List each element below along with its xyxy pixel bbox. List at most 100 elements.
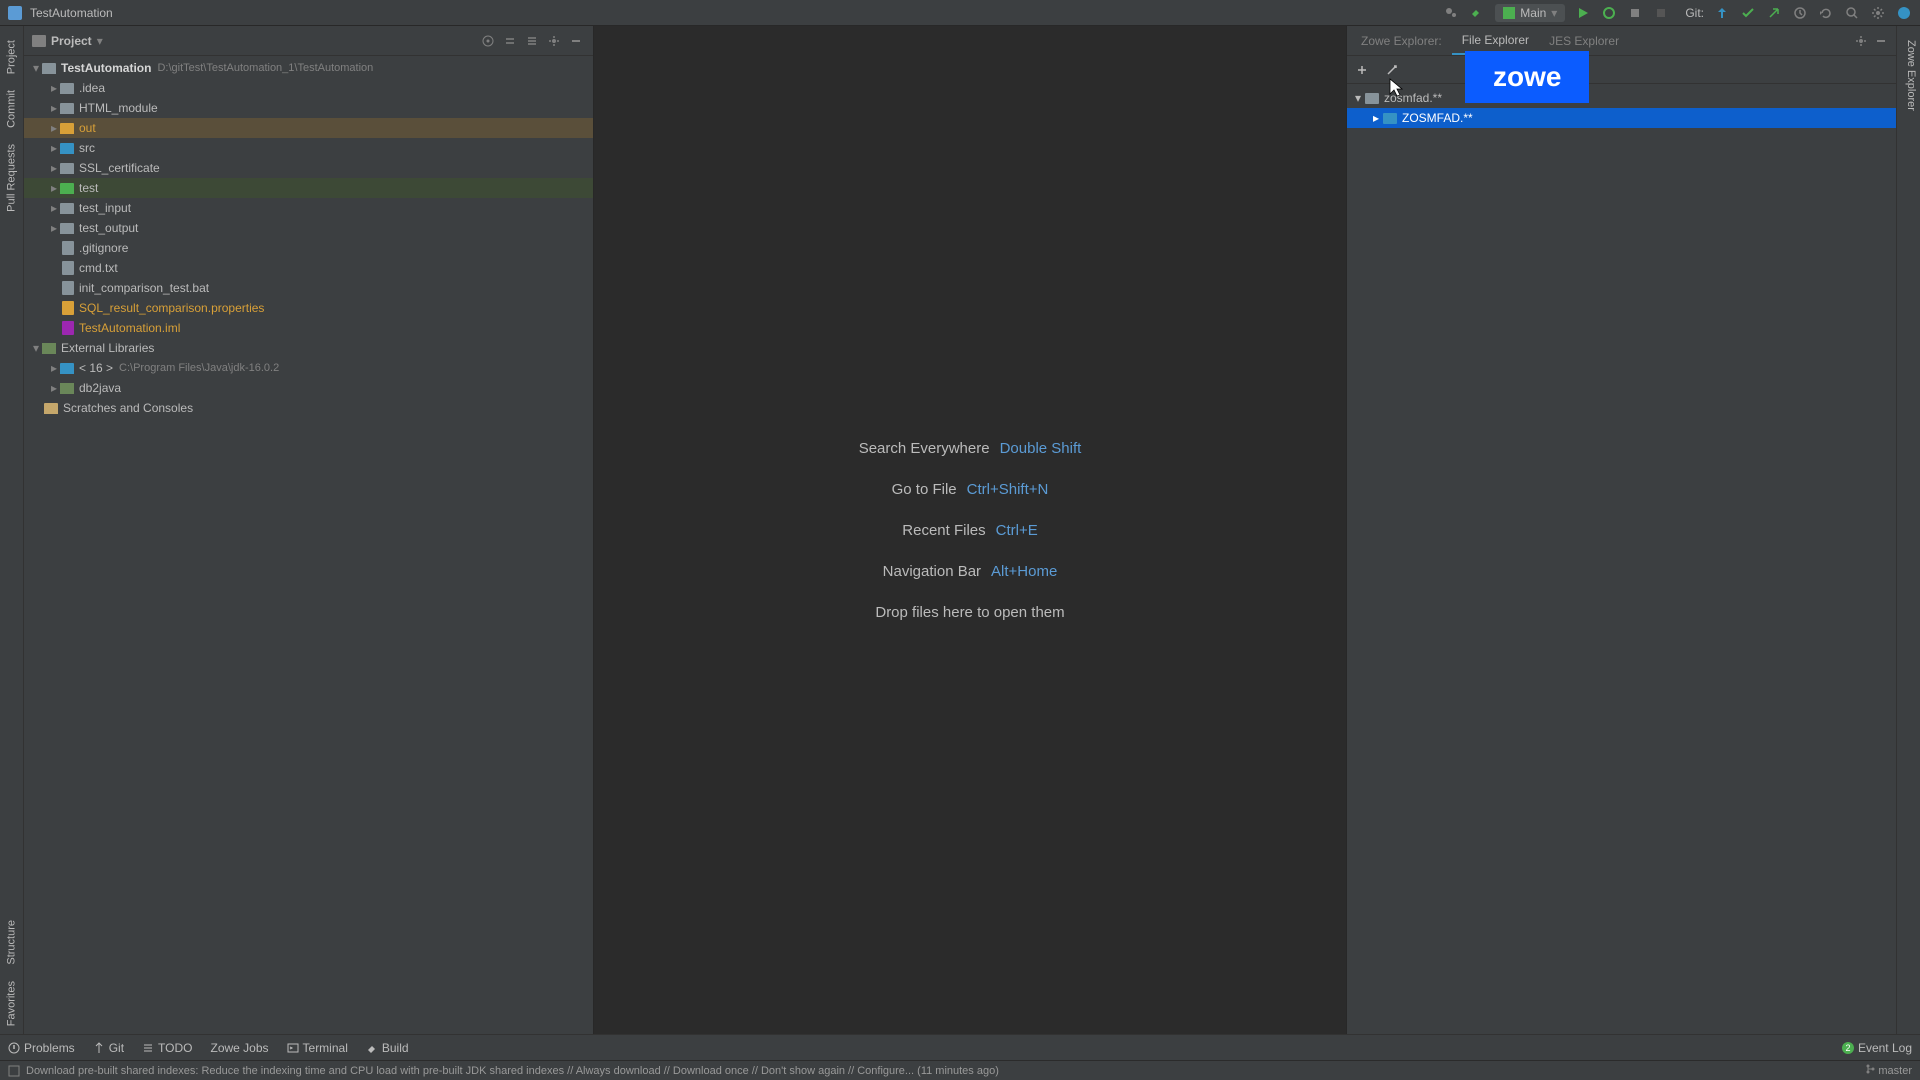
hint-recent-files: Recent Files Ctrl+E bbox=[902, 522, 1037, 539]
tab-pull-requests[interactable]: Pull Requests bbox=[0, 136, 23, 220]
right-tool-window-tabs: Zowe Explorer bbox=[1896, 26, 1920, 1034]
folder-icon bbox=[60, 103, 74, 114]
search-everywhere-icon[interactable] bbox=[1844, 5, 1860, 21]
project-panel-title[interactable]: Project bbox=[51, 34, 92, 48]
scratches-node[interactable]: Scratches and Consoles bbox=[24, 398, 593, 418]
run-config-icon bbox=[1503, 7, 1515, 19]
bottom-tool-bar: Problems Git TODO Zowe Jobs Terminal Bui… bbox=[0, 1034, 1920, 1060]
tree-item[interactable]: ▸ src bbox=[24, 138, 593, 158]
folder-icon bbox=[60, 143, 74, 154]
file-icon bbox=[62, 301, 74, 315]
expand-all-icon[interactable] bbox=[501, 32, 519, 50]
history-icon[interactable] bbox=[1792, 5, 1808, 21]
add-connection-button[interactable] bbox=[1347, 56, 1377, 84]
git-button[interactable]: Git bbox=[93, 1041, 124, 1055]
git-label: Git: bbox=[1685, 6, 1704, 20]
jdk-node[interactable]: ▸ < 16 > C:\Program Files\Java\jdk-16.0.… bbox=[24, 358, 593, 378]
commit-icon[interactable] bbox=[1740, 5, 1756, 21]
module-icon bbox=[42, 63, 56, 74]
debug-button[interactable] bbox=[1601, 5, 1617, 21]
locate-icon[interactable] bbox=[479, 32, 497, 50]
folder-icon bbox=[60, 223, 74, 234]
zowe-badge: zowe bbox=[1465, 51, 1589, 103]
code-with-me-icon[interactable] bbox=[1443, 5, 1459, 21]
run-config-name: Main bbox=[1520, 6, 1546, 20]
folder-icon bbox=[60, 123, 74, 134]
rollback-icon[interactable] bbox=[1818, 5, 1834, 21]
run-configuration-selector[interactable]: Main ▾ bbox=[1495, 4, 1565, 22]
library-icon bbox=[60, 383, 74, 394]
tree-item[interactable]: TestAutomation.iml bbox=[24, 318, 593, 338]
scratches-icon bbox=[44, 403, 58, 414]
file-icon bbox=[62, 321, 74, 335]
collapse-all-icon[interactable] bbox=[523, 32, 541, 50]
hide-panel-icon[interactable] bbox=[567, 32, 585, 50]
zowe-profile-node[interactable]: ▾ zosmfad.** bbox=[1347, 88, 1896, 108]
library-icon bbox=[42, 343, 56, 354]
tab-project[interactable]: Project bbox=[0, 32, 23, 82]
panel-gear-icon[interactable] bbox=[1854, 34, 1868, 48]
tab-structure[interactable]: Structure bbox=[0, 912, 23, 973]
update-project-icon[interactable] bbox=[1714, 5, 1730, 21]
mouse-cursor-icon bbox=[1389, 78, 1405, 98]
tree-item[interactable]: init_comparison_test.bat bbox=[24, 278, 593, 298]
status-icon[interactable] bbox=[8, 1065, 20, 1077]
tab-commit[interactable]: Commit bbox=[0, 82, 23, 136]
event-log-button[interactable]: 2 Event Log bbox=[1842, 1041, 1912, 1055]
problems-button[interactable]: Problems bbox=[8, 1041, 75, 1055]
dataset-icon bbox=[1383, 113, 1397, 124]
zowe-dataset-node[interactable]: ▸ ZOSMFAD.** bbox=[1347, 108, 1896, 128]
push-icon[interactable] bbox=[1766, 5, 1782, 21]
tree-item[interactable]: ▸ test bbox=[24, 178, 593, 198]
tree-item[interactable]: .gitignore bbox=[24, 238, 593, 258]
zowe-explorer-panel: Zowe Explorer: File Explorer JES Explore… bbox=[1346, 26, 1896, 1034]
status-bar: Download pre-built shared indexes: Reduc… bbox=[0, 1060, 1920, 1080]
panel-settings-icon[interactable] bbox=[545, 32, 563, 50]
folder-icon bbox=[60, 83, 74, 94]
external-libraries[interactable]: ▾ External Libraries bbox=[24, 338, 593, 358]
titlebar: TestAutomation Main ▾ Git: bbox=[0, 0, 1920, 26]
left-tool-window-tabs: Project Commit Pull Requests Structure F… bbox=[0, 26, 24, 1034]
zowe-jobs-button[interactable]: Zowe Jobs bbox=[210, 1041, 268, 1055]
git-branch-indicator[interactable]: master bbox=[1865, 1064, 1912, 1077]
tree-item[interactable]: cmd.txt bbox=[24, 258, 593, 278]
folder-icon bbox=[60, 163, 74, 174]
file-icon bbox=[62, 241, 74, 255]
tree-item[interactable]: ▸ test_input bbox=[24, 198, 593, 218]
tab-zowe-explorer-right[interactable]: Zowe Explorer bbox=[1897, 32, 1920, 119]
event-count-badge: 2 bbox=[1842, 1042, 1854, 1054]
run-with-coverage-button[interactable] bbox=[1627, 5, 1643, 21]
project-view-icon bbox=[32, 35, 46, 47]
stop-button[interactable] bbox=[1653, 5, 1669, 21]
terminal-button[interactable]: Terminal bbox=[287, 1041, 348, 1055]
project-root[interactable]: ▾ TestAutomation D:\gitTest\TestAutomati… bbox=[24, 58, 593, 78]
build-button[interactable]: Build bbox=[366, 1041, 409, 1055]
tree-item[interactable]: SQL_result_comparison.properties bbox=[24, 298, 593, 318]
ide-settings-icon[interactable] bbox=[1870, 5, 1886, 21]
status-message[interactable]: Download pre-built shared indexes: Reduc… bbox=[26, 1065, 1865, 1077]
zowe-tree[interactable]: ▾ zosmfad.** ▸ ZOSMFAD.** bbox=[1347, 84, 1896, 1034]
hint-search-everywhere: Search Everywhere Double Shift bbox=[859, 440, 1082, 457]
run-button[interactable] bbox=[1575, 5, 1591, 21]
hide-zowe-panel-icon[interactable] bbox=[1874, 34, 1888, 48]
profile-icon[interactable] bbox=[1896, 5, 1912, 21]
library-node[interactable]: ▸ db2java bbox=[24, 378, 593, 398]
tree-item[interactable]: ▸ HTML_module bbox=[24, 98, 593, 118]
app-title: TestAutomation bbox=[30, 6, 1443, 20]
editor-empty-area[interactable]: Search Everywhere Double Shift Go to Fil… bbox=[594, 26, 1346, 1034]
tree-item[interactable]: ▸ .idea bbox=[24, 78, 593, 98]
tab-jes-explorer[interactable]: JES Explorer bbox=[1539, 28, 1629, 54]
tab-zowe-explorer[interactable]: Zowe Explorer: bbox=[1351, 28, 1452, 54]
tab-favorites[interactable]: Favorites bbox=[0, 973, 23, 1034]
build-hammer-icon[interactable] bbox=[1469, 5, 1485, 21]
project-tree[interactable]: ▾ TestAutomation D:\gitTest\TestAutomati… bbox=[24, 56, 593, 1034]
todo-button[interactable]: TODO bbox=[142, 1041, 192, 1055]
tree-item[interactable]: ▸ SSL_certificate bbox=[24, 158, 593, 178]
profile-icon bbox=[1365, 93, 1379, 104]
hint-drop-files: Drop files here to open them bbox=[875, 604, 1064, 621]
hint-goto-file: Go to File Ctrl+Shift+N bbox=[892, 481, 1049, 498]
file-icon bbox=[62, 281, 74, 295]
tree-item[interactable]: ▸ out bbox=[24, 118, 593, 138]
file-icon bbox=[62, 261, 74, 275]
tree-item[interactable]: ▸ test_output bbox=[24, 218, 593, 238]
